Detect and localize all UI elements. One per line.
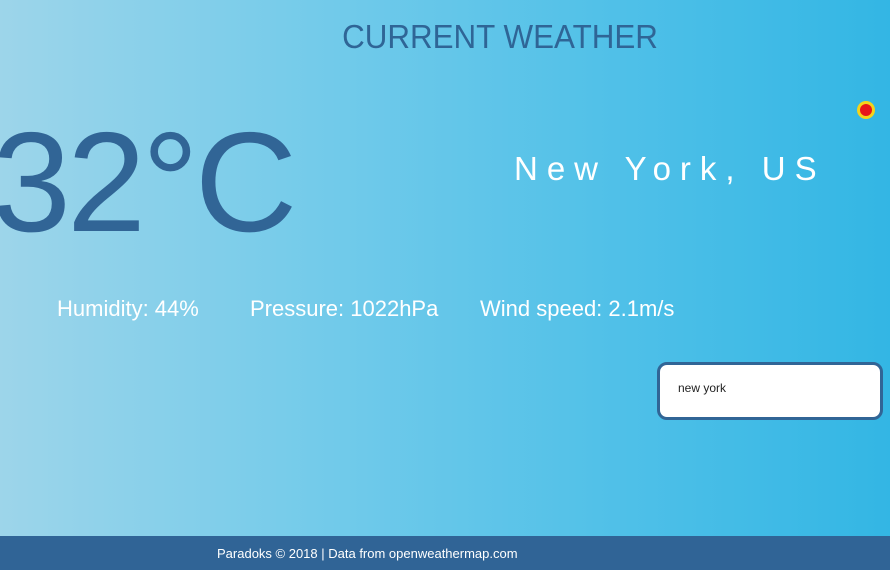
search-box[interactable] (657, 362, 883, 420)
wind-speed-stat: Wind speed: 2.1m/s (480, 296, 675, 321)
temperature-value: 32°C (0, 103, 297, 262)
page-title: CURRENT WEATHER (342, 18, 658, 55)
footer: Paradoks © 2018 | Data from openweatherm… (0, 536, 890, 570)
pressure-stat: Pressure: 1022hPa (250, 296, 439, 321)
search-input[interactable] (678, 381, 868, 395)
location-name: New York, US (514, 150, 826, 187)
location-dot-icon[interactable] (860, 104, 872, 116)
footer-text: Paradoks © 2018 | Data from openweatherm… (217, 546, 518, 561)
humidity-stat: Humidity: 44% (57, 296, 199, 321)
